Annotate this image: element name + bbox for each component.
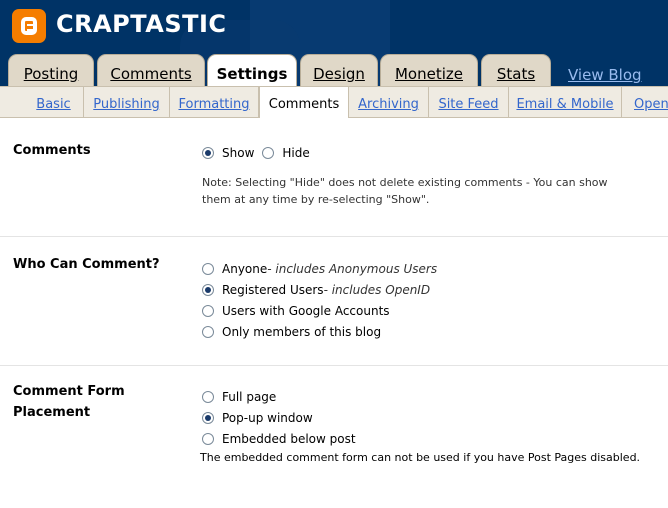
blog-members-label[interactable]: Only members of this blog (222, 324, 381, 340)
comment-form-placement-label-2: Placement (13, 405, 91, 420)
section-divider (0, 365, 668, 366)
registered-users-radio[interactable] (202, 284, 214, 296)
comments-label: Comments (13, 143, 91, 158)
option-anyone[interactable]: Anyone - includes Anonymous Users (202, 261, 437, 277)
section-divider (0, 236, 668, 237)
tab-settings[interactable]: Settings (207, 54, 297, 86)
show-label[interactable]: Show (222, 146, 254, 160)
tab-stats[interactable]: Stats (481, 54, 551, 86)
subtab-archiving[interactable]: Archiving (349, 87, 429, 118)
subtab-formatting[interactable]: Formatting (170, 87, 259, 118)
registered-users-description: - includes OpenID (323, 283, 431, 297)
tab-design[interactable]: Design (300, 54, 378, 86)
google-accounts-radio[interactable] (202, 305, 214, 317)
view-blog-link[interactable]: View Blog (568, 66, 642, 84)
blogger-logo-icon[interactable] (12, 9, 46, 43)
hide-radio[interactable] (262, 147, 275, 159)
popup-window-label[interactable]: Pop-up window (222, 410, 313, 426)
show-radio[interactable] (202, 147, 214, 159)
subtab-comments[interactable]: Comments (259, 87, 349, 118)
option-registered-users[interactable]: Registered Users - includes OpenID (202, 282, 430, 298)
subtab-openid[interactable]: OpenID (622, 87, 668, 118)
subtab-basic[interactable]: Basic (24, 87, 84, 118)
comments-note: Note: Selecting "Hide" does not delete e… (202, 176, 608, 206)
tab-posting[interactable]: Posting (8, 54, 94, 86)
tab-comments[interactable]: Comments (97, 54, 205, 86)
anyone-description: - includes Anonymous Users (267, 262, 438, 276)
hide-label[interactable]: Hide (282, 146, 309, 160)
full-page-label[interactable]: Full page (222, 389, 276, 405)
anyone-label[interactable]: Anyone (222, 261, 267, 277)
blog-title: CRAPTASTIC (56, 10, 227, 38)
anyone-radio[interactable] (202, 263, 214, 275)
subtab-email-mobile[interactable]: Email & Mobile (509, 87, 622, 118)
registered-users-label[interactable]: Registered Users (222, 282, 324, 298)
subtab-site-feed[interactable]: Site Feed (429, 87, 509, 118)
settings-subnav: Basic Publishing Formatting Comments Arc… (0, 86, 668, 118)
embedded-radio[interactable] (202, 433, 214, 445)
option-google-accounts[interactable]: Users with Google Accounts (202, 303, 390, 319)
full-page-radio[interactable] (202, 391, 214, 403)
popup-window-radio[interactable] (202, 412, 214, 424)
blogger-header: CRAPTASTIC Posting Comments Settings Des… (0, 0, 668, 86)
tab-monetize[interactable]: Monetize (380, 54, 478, 86)
option-embedded-below-post[interactable]: Embedded below post (202, 431, 356, 447)
subtab-publishing[interactable]: Publishing (84, 87, 170, 118)
option-blog-members[interactable]: Only members of this blog (202, 324, 381, 340)
comments-visibility-options: Show Hide (202, 146, 318, 160)
option-full-page[interactable]: Full page (202, 389, 276, 405)
google-accounts-label[interactable]: Users with Google Accounts (222, 303, 390, 319)
blog-members-radio[interactable] (202, 326, 214, 338)
who-can-comment-label: Who Can Comment? (13, 257, 160, 272)
embedded-label[interactable]: Embedded below post (222, 431, 356, 447)
placement-note: The embedded comment form can not be use… (200, 451, 641, 464)
comment-form-placement-label: Comment Form (13, 384, 125, 399)
option-popup-window[interactable]: Pop-up window (202, 410, 313, 426)
